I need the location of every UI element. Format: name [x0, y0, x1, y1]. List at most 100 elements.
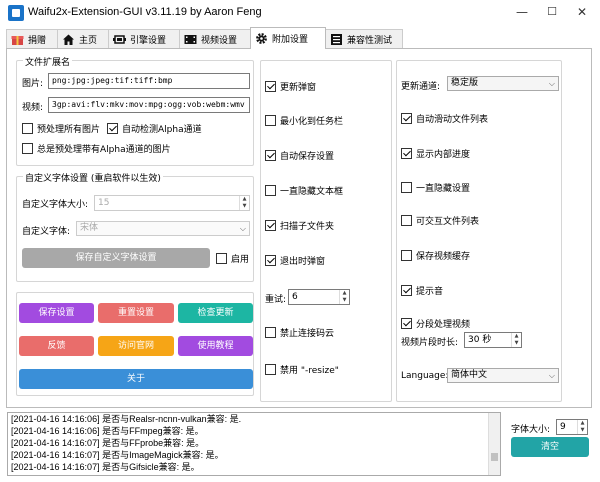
scan-subfolders-checkbox[interactable]: 扫描子文件夹 [265, 219, 334, 232]
tab-additional-settings[interactable]: 附加设置 [250, 27, 326, 49]
enable-font-checkbox[interactable]: 启用 [216, 252, 249, 265]
preprocess-all-checkbox[interactable]: 预处理所有图片 [22, 122, 100, 135]
chevron-down-icon: ⌵ [239, 224, 246, 233]
checkbox-label: 显示内部进度 [416, 150, 471, 160]
checkbox-box [265, 185, 276, 196]
feedback-button[interactable]: 反馈 [19, 336, 94, 356]
checkbox-box [401, 250, 412, 261]
group-title: 文件扩展名 [23, 55, 73, 68]
checkbox-label: 一直隐藏文本框 [280, 187, 344, 197]
save-settings-button[interactable]: 保存设置 [19, 303, 94, 323]
maximize-button[interactable]: ☐ [540, 2, 564, 22]
list-icon [330, 33, 343, 46]
autosave-settings-checkbox[interactable]: 自动保存设置 [265, 149, 334, 162]
checkbox-label: 禁止连接码云 [280, 329, 335, 339]
tab-label: 主页 [79, 36, 98, 46]
video-ext-input[interactable]: 3gp:avi:flv:mkv:mov:mpg:ogg:vob:webm:wmv [48, 97, 250, 113]
tab-engine-settings[interactable]: 引擎设置 [108, 29, 180, 49]
minimize-to-tray-checkbox[interactable]: 最小化到任务栏 [265, 114, 343, 127]
checkbox-box [401, 182, 412, 193]
tab-compatibility-test[interactable]: 兼容性测试 [325, 29, 403, 49]
disable-resize-checkbox[interactable]: 禁用 "-resize" [265, 363, 339, 376]
log-line: [2021-04-16 14:16:07] 是否与ImageMagick兼容: … [11, 450, 224, 460]
video-ext-label: 视频: [22, 103, 44, 113]
interactive-list-checkbox[interactable]: 可交互文件列表 [401, 214, 479, 227]
language-select[interactable]: 简体中文 ⌵ [447, 368, 559, 383]
custom-font-select[interactable]: 宋体 ⌵ [76, 221, 250, 236]
update-channel-select[interactable]: 稳定版 ⌵ [447, 76, 559, 91]
checkbox-label: 禁用 "-resize" [280, 366, 339, 376]
reset-settings-button[interactable]: 重置设置 [98, 303, 174, 323]
checkbox-label: 启用 [231, 255, 250, 265]
gift-icon [11, 33, 24, 46]
spin-value: 6 [292, 292, 298, 302]
check-update-button[interactable]: 检查更新 [178, 303, 253, 323]
tab-bar: 捐赠 主页 引擎设置 视频设置 附加设置 兼容性测试 [6, 27, 403, 49]
show-progress-checkbox[interactable]: 显示内部进度 [401, 147, 470, 160]
hide-settings-checkbox[interactable]: 一直隐藏设置 [401, 181, 470, 194]
retry-label: 重试: [265, 295, 287, 305]
checkbox-box [22, 123, 33, 134]
checkbox-box [401, 113, 412, 124]
spin-arrows-icon[interactable]: ▲ ▼ [239, 196, 249, 210]
language-label: Language: [401, 371, 449, 381]
chevron-down-icon: ⌵ [548, 371, 555, 380]
image-ext-label: 图片: [22, 79, 44, 89]
exit-popup-checkbox[interactable]: 退出时弹窗 [265, 254, 325, 267]
log-scrollbar[interactable] [488, 413, 500, 475]
about-button[interactable]: 关于 [19, 369, 253, 389]
checkbox-box [265, 327, 276, 338]
log-textbox[interactable]: [2021-04-16 14:16:06] 是否与Realsr-ncnn-vul… [7, 412, 501, 476]
spin-arrows-icon[interactable]: ▲ ▼ [339, 290, 349, 304]
checkbox-label: 扫描子文件夹 [280, 222, 335, 232]
prompt-sound-checkbox[interactable]: 提示音 [401, 284, 443, 297]
video-icon [184, 33, 197, 46]
font-size-label: 自定义字体大小: [22, 200, 89, 210]
tutorial-button[interactable]: 使用教程 [178, 336, 253, 356]
spin-value: 15 [98, 198, 110, 208]
tab-label: 引擎设置 [130, 36, 167, 46]
tab-label: 视频设置 [201, 36, 238, 46]
group-title: 自定义字体设置 (重启软件以生效) [23, 171, 163, 184]
visit-website-button[interactable]: 访问官网 [98, 336, 174, 356]
save-font-button[interactable]: 保存自定义字体设置 [22, 248, 210, 268]
hide-textbox-checkbox[interactable]: 一直隐藏文本框 [265, 184, 343, 197]
tab-label: 兼容性测试 [347, 36, 393, 46]
segment-video-checkbox[interactable]: 分段处理视频 [401, 317, 470, 330]
auto-detect-alpha-checkbox[interactable]: 自动检测Alpha通道 [107, 122, 202, 135]
custom-font-size-spinbox[interactable]: 15 ▲ ▼ [94, 195, 250, 211]
checkbox-box [216, 253, 227, 264]
close-button[interactable]: ✕ [570, 2, 594, 22]
update-popup-checkbox[interactable]: 更新弹窗 [265, 80, 316, 93]
checkbox-box [265, 220, 276, 231]
home-icon [62, 33, 75, 46]
chevron-down-icon: ⌵ [548, 79, 555, 88]
log-font-size-spinbox[interactable]: 9 ▲ ▼ [556, 419, 588, 435]
tab-donate[interactable]: 捐赠 [6, 29, 58, 49]
keep-video-cache-checkbox[interactable]: 保存视频缓存 [401, 249, 470, 262]
tab-label: 附加设置 [272, 35, 309, 45]
spin-arrows-icon[interactable]: ▲ ▼ [577, 420, 587, 434]
image-ext-input[interactable]: png:jpg:jpeg:tif:tiff:bmp [48, 73, 250, 89]
checkbox-label: 可交互文件列表 [416, 217, 480, 227]
scroll-thumb[interactable] [491, 453, 498, 461]
no-connect-cloud-checkbox[interactable]: 禁止连接码云 [265, 326, 334, 339]
spin-value: 30 秒 [468, 335, 492, 345]
checkbox-label: 自动滑动文件列表 [416, 115, 489, 125]
select-value: 宋体 [80, 223, 99, 233]
minimize-button[interactable]: — [510, 2, 534, 22]
auto-scroll-list-checkbox[interactable]: 自动滑动文件列表 [401, 112, 488, 125]
font-family-label: 自定义字体: [22, 227, 71, 237]
checkbox-label: 自动检测Alpha通道 [122, 125, 202, 135]
retry-spinbox[interactable]: 6 ▲ ▼ [288, 289, 350, 305]
clear-log-button[interactable]: 清空 [511, 437, 589, 457]
preprocess-alpha-checkbox[interactable]: 总是预处理带有Alpha通道的图片 [22, 142, 171, 155]
log-line: [2021-04-16 14:16:07] 是否与FFprobe兼容: 是。 [11, 438, 205, 448]
tab-video-settings[interactable]: 视频设置 [179, 29, 251, 49]
tab-home[interactable]: 主页 [57, 29, 109, 49]
spin-arrows-icon[interactable]: ▲ ▼ [511, 333, 521, 347]
log-line: [2021-04-16 14:16:06] 是否与FFmpeg兼容: 是。 [11, 426, 204, 436]
app-icon [8, 5, 24, 21]
segment-duration-spinbox[interactable]: 30 秒 ▲ ▼ [464, 332, 522, 348]
checkbox-box [401, 318, 412, 329]
